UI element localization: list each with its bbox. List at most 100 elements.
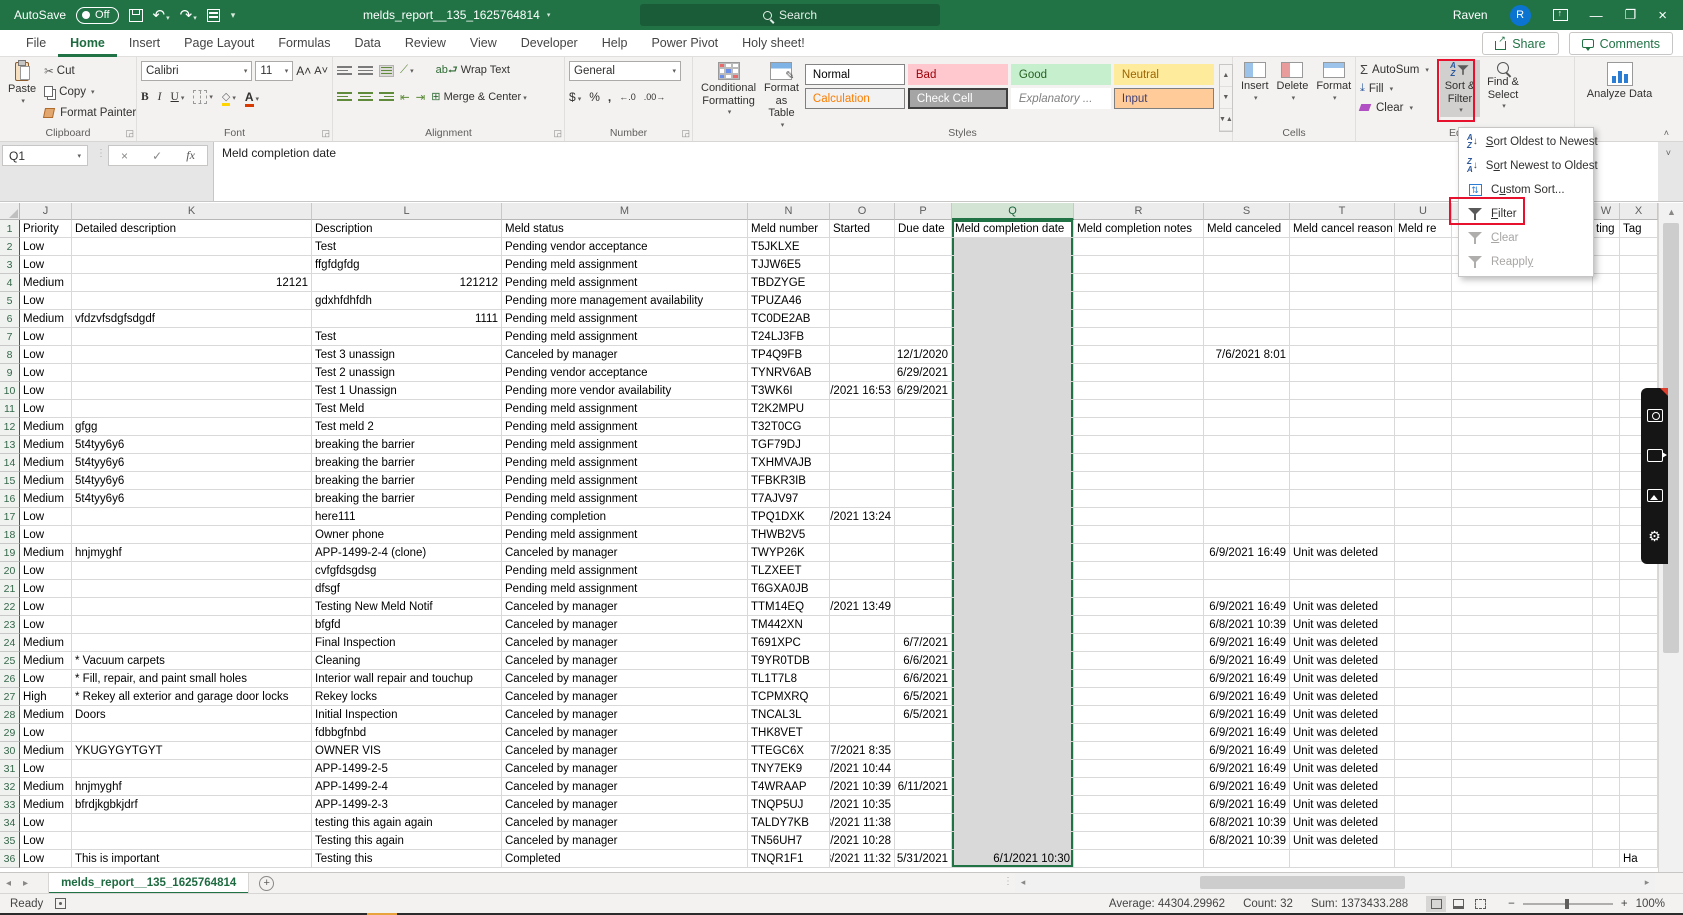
- cell-N29[interactable]: THK8VET: [748, 724, 830, 742]
- cell-W23[interactable]: [1593, 616, 1620, 634]
- cell-T35[interactable]: Unit was deleted: [1290, 832, 1395, 850]
- cell-W25[interactable]: [1593, 652, 1620, 670]
- cell-J8[interactable]: Low: [20, 346, 72, 364]
- fill-color-button[interactable]: ◇▾: [222, 90, 236, 103]
- cell-M13[interactable]: Pending meld assignment: [502, 436, 748, 454]
- namebox-splitter[interactable]: ⋮: [96, 148, 106, 159]
- style-normal[interactable]: Normal: [805, 64, 905, 85]
- cell-J21[interactable]: Low: [20, 580, 72, 598]
- cell-W6[interactable]: [1593, 310, 1620, 328]
- cell-U30[interactable]: [1395, 742, 1452, 760]
- cut-button[interactable]: ✂Cut: [44, 60, 136, 81]
- cell-T4[interactable]: [1290, 274, 1395, 292]
- cell-K9[interactable]: [72, 364, 312, 382]
- cell-P21[interactable]: [895, 580, 952, 598]
- cell-X1[interactable]: Tag: [1620, 220, 1658, 238]
- cell-K36[interactable]: This is important: [72, 850, 312, 868]
- cell-X4[interactable]: [1620, 274, 1658, 292]
- cell-P27[interactable]: 6/5/2021: [895, 688, 952, 706]
- cell-J6[interactable]: Medium: [20, 310, 72, 328]
- col-header-P[interactable]: P: [895, 203, 952, 220]
- cell-U31[interactable]: [1395, 760, 1452, 778]
- cell-P20[interactable]: [895, 562, 952, 580]
- cell-M29[interactable]: Canceled by manager: [502, 724, 748, 742]
- cell-T11[interactable]: [1290, 400, 1395, 418]
- cell-R27[interactable]: [1074, 688, 1204, 706]
- cell-V5[interactable]: [1452, 292, 1593, 310]
- cell-S35[interactable]: 6/8/2021 10:39: [1204, 832, 1290, 850]
- sheet-tab-active[interactable]: melds_report__135_1625764814: [48, 873, 249, 894]
- cell-J15[interactable]: Medium: [20, 472, 72, 490]
- cell-R13[interactable]: [1074, 436, 1204, 454]
- cell-T30[interactable]: Unit was deleted: [1290, 742, 1395, 760]
- cell-L18[interactable]: Owner phone: [312, 526, 502, 544]
- cell-L5[interactable]: gdxhfdhfdh: [312, 292, 502, 310]
- cell-J17[interactable]: Low: [20, 508, 72, 526]
- row-header-34[interactable]: 34: [0, 814, 20, 832]
- cell-U17[interactable]: [1395, 508, 1452, 526]
- cell-U10[interactable]: [1395, 382, 1452, 400]
- col-header-K[interactable]: K: [72, 203, 312, 220]
- cell-T7[interactable]: [1290, 328, 1395, 346]
- cell-L29[interactable]: fdbbgfnbd: [312, 724, 502, 742]
- col-header-S[interactable]: S: [1204, 203, 1290, 220]
- cell-S29[interactable]: 6/9/2021 16:49: [1204, 724, 1290, 742]
- analyze-data-button[interactable]: Analyze Data: [1579, 60, 1660, 103]
- row-header-19[interactable]: 19: [0, 544, 20, 562]
- cell-J35[interactable]: Low: [20, 832, 72, 850]
- enter-button[interactable]: ✓: [152, 149, 162, 163]
- cell-Q5[interactable]: [952, 292, 1074, 310]
- cell-Q3[interactable]: [952, 256, 1074, 274]
- cell-M4[interactable]: Pending meld assignment: [502, 274, 748, 292]
- cell-S2[interactable]: [1204, 238, 1290, 256]
- cell-M5[interactable]: Pending more management availability: [502, 292, 748, 310]
- cell-S10[interactable]: [1204, 382, 1290, 400]
- cell-M14[interactable]: Pending meld assignment: [502, 454, 748, 472]
- select-all-corner[interactable]: [0, 203, 20, 220]
- save-icon[interactable]: [129, 9, 143, 22]
- cell-X32[interactable]: [1620, 778, 1658, 796]
- cell-J19[interactable]: Medium: [20, 544, 72, 562]
- cell-N33[interactable]: TNQP5UJ: [748, 796, 830, 814]
- cell-P5[interactable]: [895, 292, 952, 310]
- cell-K6[interactable]: vfdzvfsdgfsdgdf: [72, 310, 312, 328]
- cell-N26[interactable]: TL1T7L8: [748, 670, 830, 688]
- cell-R4[interactable]: [1074, 274, 1204, 292]
- cell-T33[interactable]: Unit was deleted: [1290, 796, 1395, 814]
- cell-X24[interactable]: [1620, 634, 1658, 652]
- cell-Q24[interactable]: [952, 634, 1074, 652]
- row-header-9[interactable]: 9: [0, 364, 20, 382]
- cell-N23[interactable]: TM442XN: [748, 616, 830, 634]
- tab-view[interactable]: View: [458, 30, 509, 57]
- cell-S18[interactable]: [1204, 526, 1290, 544]
- cell-K8[interactable]: [72, 346, 312, 364]
- cell-K31[interactable]: [72, 760, 312, 778]
- cell-O21[interactable]: [830, 580, 895, 598]
- bottom-align-icon[interactable]: [379, 65, 394, 77]
- name-box[interactable]: Q1▾: [2, 145, 88, 166]
- menu-item-filter[interactable]: Filter: [1459, 202, 1593, 226]
- cell-J33[interactable]: Medium: [20, 796, 72, 814]
- cell-O13[interactable]: [830, 436, 895, 454]
- cell-N19[interactable]: TWYP26K: [748, 544, 830, 562]
- row-header-15[interactable]: 15: [0, 472, 20, 490]
- cell-M28[interactable]: Canceled by manager: [502, 706, 748, 724]
- cell-L1[interactable]: Description: [312, 220, 502, 238]
- font-color-button[interactable]: A▾: [245, 90, 259, 104]
- cell-P12[interactable]: [895, 418, 952, 436]
- cell-K29[interactable]: [72, 724, 312, 742]
- cell-M25[interactable]: Canceled by manager: [502, 652, 748, 670]
- undo-button[interactable]: ↶▾: [153, 8, 170, 23]
- insert-cells-button[interactable]: Insert▾: [1237, 60, 1273, 105]
- col-header-O[interactable]: O: [830, 203, 895, 220]
- cell-O17[interactable]: 6/21/2021 13:24: [830, 508, 895, 526]
- cell-Q11[interactable]: [952, 400, 1074, 418]
- cell-T28[interactable]: Unit was deleted: [1290, 706, 1395, 724]
- cell-Q23[interactable]: [952, 616, 1074, 634]
- cell-T31[interactable]: Unit was deleted: [1290, 760, 1395, 778]
- cell-X25[interactable]: [1620, 652, 1658, 670]
- cell-S13[interactable]: [1204, 436, 1290, 454]
- cell-S1[interactable]: Meld canceled: [1204, 220, 1290, 238]
- cell-S31[interactable]: 6/9/2021 16:49: [1204, 760, 1290, 778]
- cell-N3[interactable]: TJJW6E5: [748, 256, 830, 274]
